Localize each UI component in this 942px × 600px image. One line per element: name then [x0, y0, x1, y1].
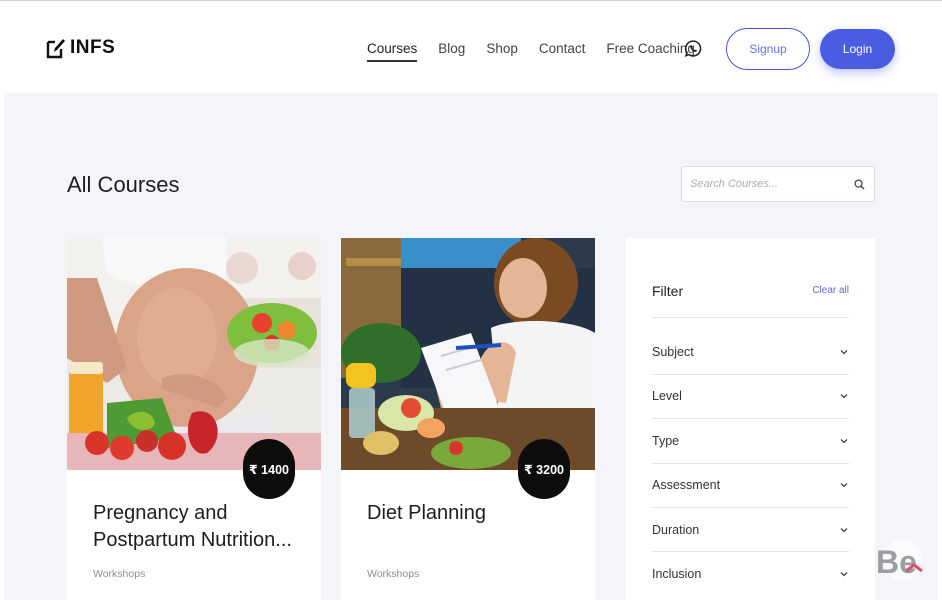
course-category: Workshops: [93, 568, 146, 580]
search-box: [681, 166, 875, 202]
nav-free-coaching[interactable]: Free Coaching: [606, 41, 695, 62]
filter-divider: [652, 317, 849, 318]
courses-page: All Courses Search Courses... ₹ 1400 Pre…: [4, 93, 938, 600]
nav-shop[interactable]: Shop: [486, 41, 518, 62]
clear-all-link[interactable]: Clear all: [812, 285, 849, 296]
search-input[interactable]: [690, 167, 850, 201]
filter-level[interactable]: Level: [652, 374, 849, 418]
chevron-down-icon: [840, 439, 848, 444]
course-image-pregnancy: [67, 238, 321, 470]
filter-label: Subject: [652, 345, 694, 359]
nav-contact[interactable]: Contact: [539, 41, 586, 62]
filter-label: Inclusion: [652, 567, 702, 581]
chevron-down-icon: [840, 350, 848, 355]
filter-type[interactable]: Type: [652, 419, 849, 463]
chevron-down-icon: [840, 483, 848, 488]
price-badge: ₹ 1400: [243, 439, 295, 499]
course-image-diet-planning: [341, 238, 595, 470]
search-icon[interactable]: [854, 179, 865, 190]
filter-label: Assessment: [652, 478, 721, 492]
login-button[interactable]: Login: [820, 29, 895, 69]
main-nav: Courses Blog Shop Contact Free Coaching: [367, 41, 695, 62]
course-title[interactable]: Pregnancy and Postpartum Nutrition...: [93, 500, 308, 554]
logo-pen-icon: [46, 39, 65, 59]
nav-blog[interactable]: Blog: [438, 41, 465, 62]
signup-button[interactable]: Signup: [726, 28, 810, 70]
filter-label: Duration: [652, 523, 700, 537]
filter-panel: Filter Clear all Subject Level Type Asse…: [626, 238, 875, 600]
site-header: INFS Courses Blog Shop Contact Free Coac…: [0, 1, 942, 93]
site-logo[interactable]: INFS: [46, 37, 115, 59]
filter-duration[interactable]: Duration: [652, 508, 849, 552]
behance-watermark-icon: Be: [876, 541, 923, 579]
price-badge: ₹ 3200: [518, 439, 570, 499]
nav-courses[interactable]: Courses: [367, 41, 418, 62]
whatsapp-icon[interactable]: [684, 39, 703, 58]
filter-label: Level: [652, 389, 682, 403]
watermark-text: Be: [876, 544, 917, 579]
page-title: All Courses: [67, 172, 180, 197]
course-card[interactable]: ₹ 3200 Diet Planning Workshops: [341, 238, 595, 600]
filter-inclusion[interactable]: Inclusion: [652, 552, 849, 596]
chevron-down-icon: [840, 394, 848, 399]
logo-text: INFS: [70, 37, 116, 58]
filter-assessment[interactable]: Assessment: [652, 463, 849, 507]
chevron-down-icon: [840, 572, 848, 577]
course-card[interactable]: ₹ 1400 Pregnancy and Postpartum Nutritio…: [67, 238, 321, 600]
course-title[interactable]: Diet Planning: [367, 500, 582, 527]
filter-title: Filter: [652, 283, 684, 299]
filter-label: Type: [652, 434, 680, 448]
filter-subject[interactable]: Subject: [652, 330, 849, 374]
chevron-down-icon: [840, 528, 848, 533]
course-category: Workshops: [367, 568, 420, 580]
